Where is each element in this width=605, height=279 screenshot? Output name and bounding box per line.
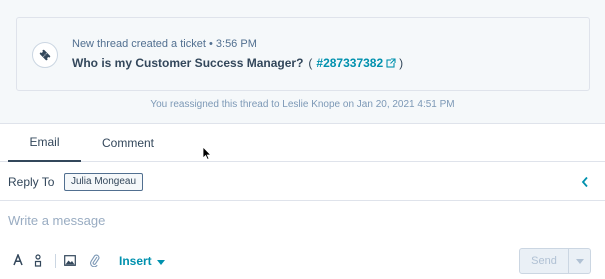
- ticket-link[interactable]: #287337382: [316, 56, 383, 70]
- caret-down-icon: [156, 254, 165, 268]
- insert-menu-button[interactable]: Insert: [119, 254, 165, 268]
- thread-event-card: New thread created a ticket • 3:56 PM Wh…: [16, 17, 590, 91]
- reply-composer: Email Comment Reply To Julia Mongeau Wri…: [0, 123, 605, 279]
- font-style-icon[interactable]: [10, 252, 26, 268]
- recipient-chip[interactable]: Julia Mongeau: [64, 173, 144, 191]
- image-icon[interactable]: [62, 252, 78, 268]
- toolbar-divider: [55, 254, 56, 268]
- thread-event-text: New thread created a ticket: [72, 38, 206, 50]
- thread-event-time: 3:56 PM: [215, 38, 257, 50]
- composer-tabs: Email Comment: [0, 124, 605, 162]
- reply-to-row: Reply To Julia Mongeau: [0, 162, 605, 201]
- close-paren: ): [399, 56, 404, 70]
- message-input[interactable]: [8, 210, 588, 230]
- thread-subject-line: Who is my Customer Success Manager? ( #2…: [72, 56, 403, 70]
- tab-comment[interactable]: Comment: [92, 124, 164, 162]
- chevron-left-icon[interactable]: [581, 175, 589, 193]
- thread-subject: Who is my Customer Success Manager?: [72, 56, 304, 70]
- send-button[interactable]: Send: [519, 248, 569, 274]
- insert-label: Insert: [119, 254, 152, 268]
- send-options-button[interactable]: [569, 248, 591, 274]
- external-link-icon[interactable]: [386, 58, 396, 68]
- caret-down-icon: [575, 258, 584, 264]
- open-paren: (: [308, 56, 313, 70]
- reassign-note: You reassigned this thread to Leslie Kno…: [150, 99, 455, 110]
- reply-to-label: Reply To: [8, 175, 55, 189]
- composer-toolbar: Insert Send: [0, 242, 605, 279]
- paperclip-icon[interactable]: [87, 252, 103, 268]
- personalize-icon[interactable]: [30, 252, 46, 268]
- tab-email[interactable]: Email: [8, 124, 81, 162]
- ticket-icon: [32, 42, 58, 68]
- thread-event-separator: •: [208, 38, 213, 50]
- thread-event-line: New thread created a ticket • 3:56 PM: [72, 38, 257, 50]
